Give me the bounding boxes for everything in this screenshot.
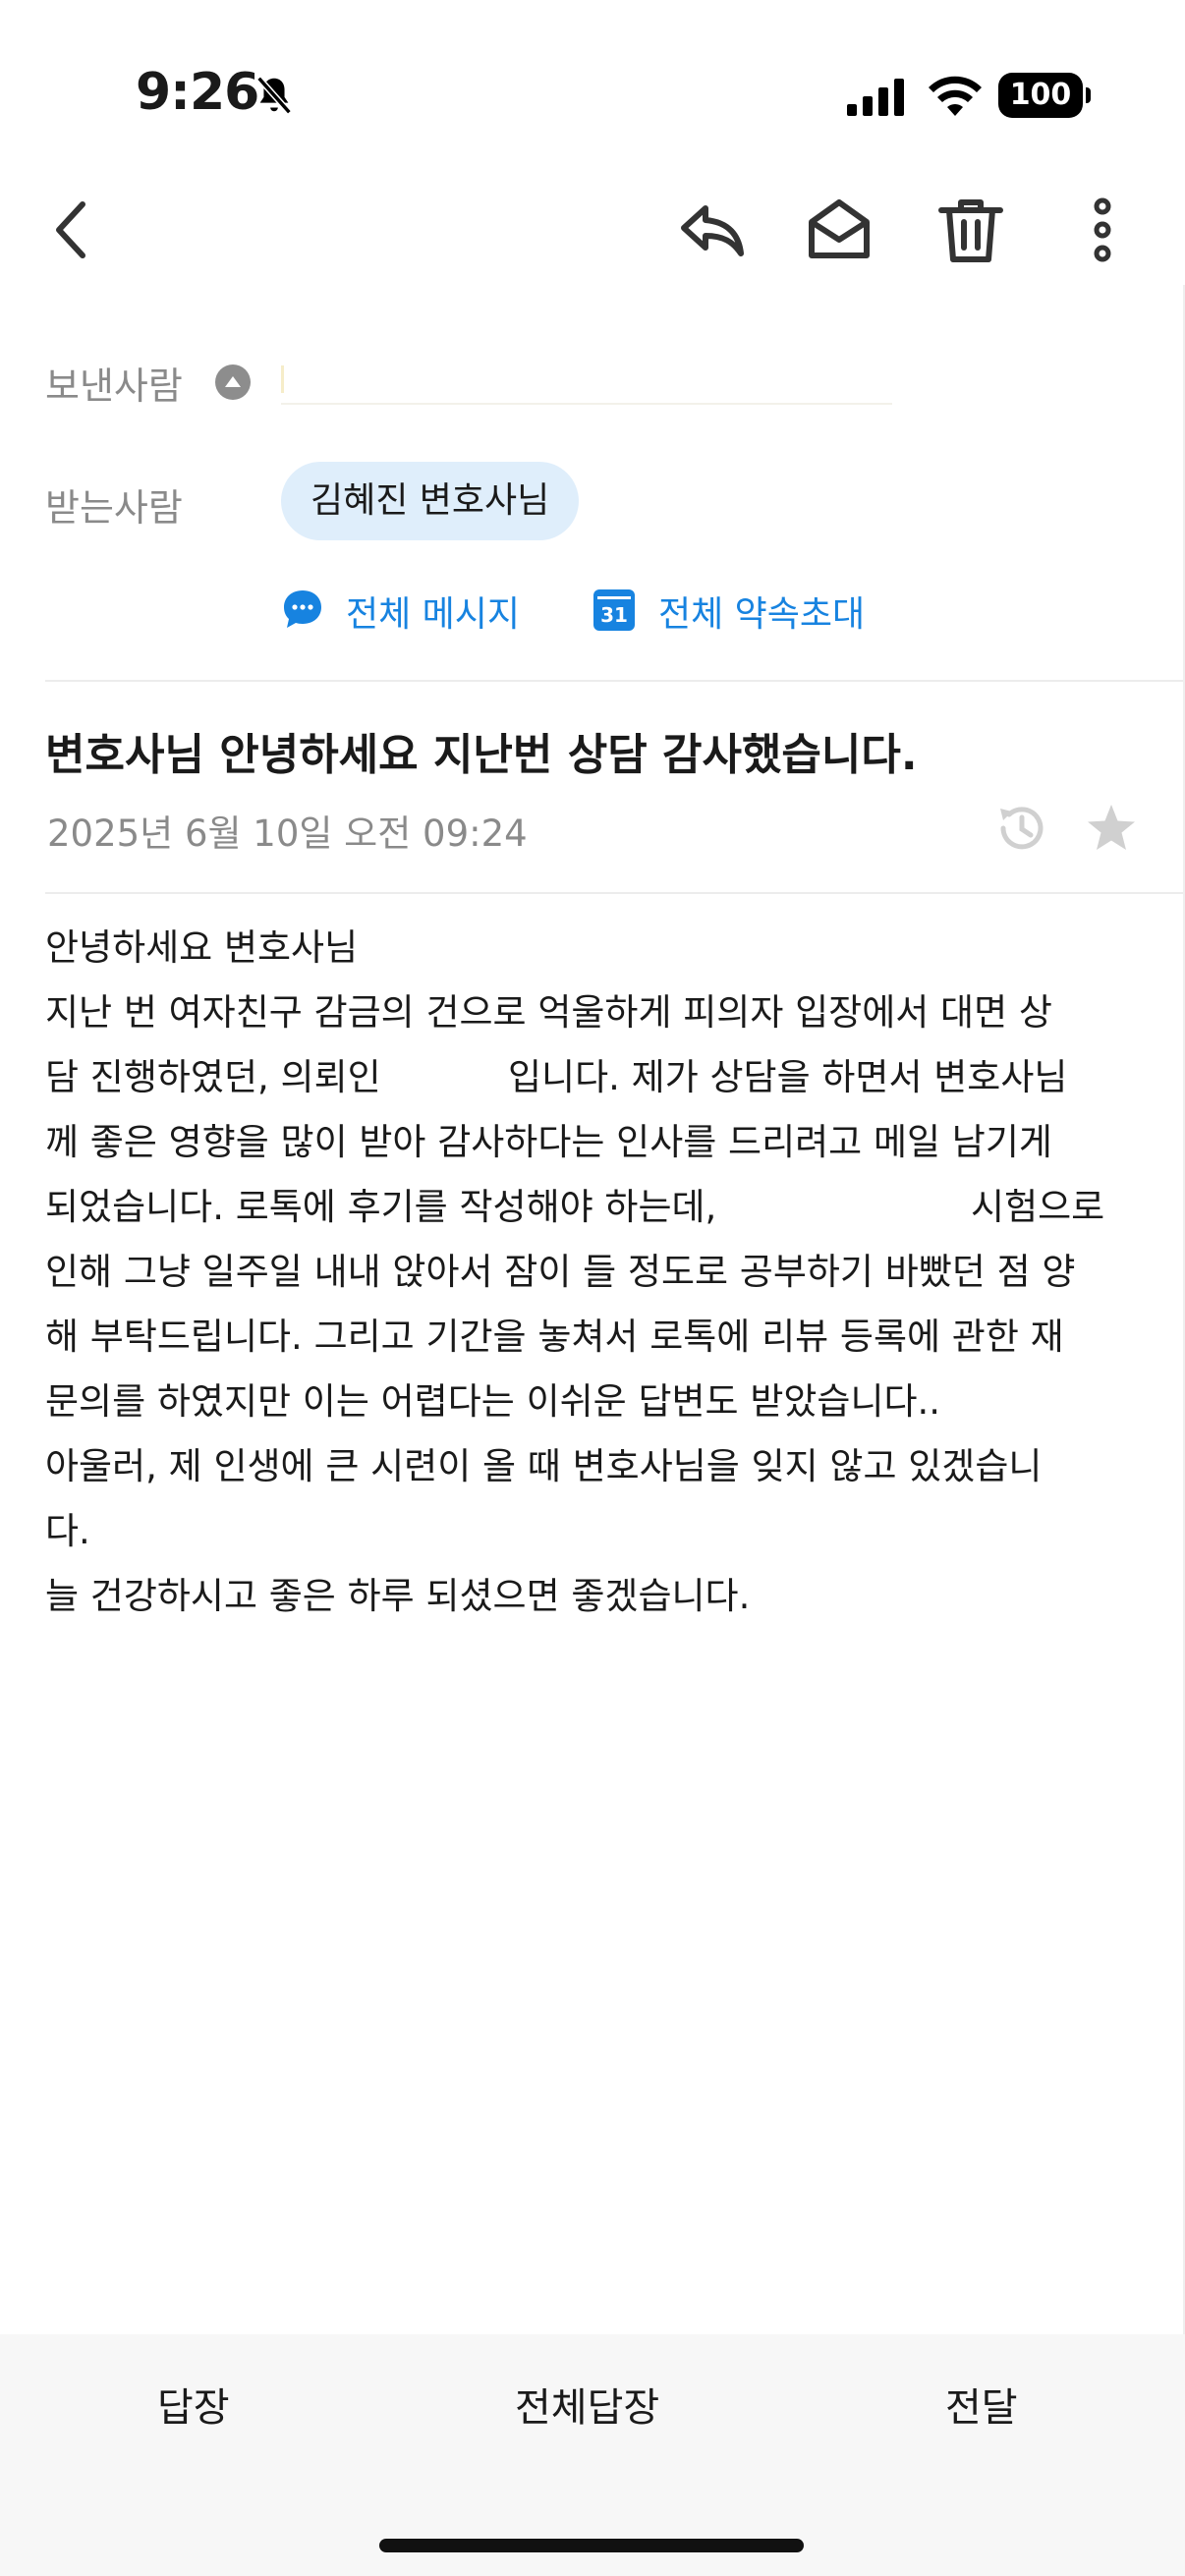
status-time: 9:26 [136, 63, 259, 122]
chat-bubble-icon[interactable] [281, 588, 324, 631]
invite-all-link[interactable]: 전체 약속초대 [658, 586, 865, 637]
battery-indicator: 100 [998, 73, 1091, 118]
reply-button[interactable]: 답장 [157, 2376, 230, 2433]
mail-date: 2025년 6월 10일 오전 09:24 [47, 812, 528, 855]
star-icon[interactable] [1085, 802, 1138, 855]
subject-divider [45, 892, 1185, 894]
home-indicator[interactable] [379, 2539, 804, 2552]
mark-unread-icon[interactable] [800, 191, 878, 269]
back-icon[interactable] [33, 191, 112, 269]
message-all-link[interactable]: 전체 메시지 [346, 586, 520, 637]
cellular-signal-icon [847, 79, 906, 116]
mail-subject: 변호사님 안녕하세요 지난번 상담 감사했습니다. [45, 730, 918, 780]
bell-muted-icon [252, 73, 297, 118]
to-label: 받는사람 [45, 486, 183, 530]
trash-icon[interactable] [931, 191, 1010, 269]
collapse-toggle-icon[interactable] [214, 364, 252, 401]
wifi-icon [928, 73, 983, 116]
history-icon[interactable] [992, 800, 1049, 857]
calendar-icon[interactable]: 31 [593, 589, 635, 631]
from-label: 보낸사람 [45, 364, 183, 408]
more-options-icon[interactable] [1063, 191, 1142, 269]
sender-field-redacted [281, 365, 284, 393]
sender-underline [281, 403, 892, 405]
mail-body: 안녕하세요 변호사님 지난 번 여자친구 감금의 건으로 억울하게 피의자 입장… [45, 926, 1105, 1617]
forward-button[interactable]: 전달 [945, 2376, 1018, 2433]
reply-icon[interactable] [672, 191, 751, 269]
calendar-day: 31 [600, 603, 628, 627]
reply-all-button[interactable]: 전체답장 [515, 2376, 659, 2433]
recipient-chip[interactable]: 김혜진 변호사님 [281, 462, 580, 540]
header-divider [45, 680, 1185, 682]
